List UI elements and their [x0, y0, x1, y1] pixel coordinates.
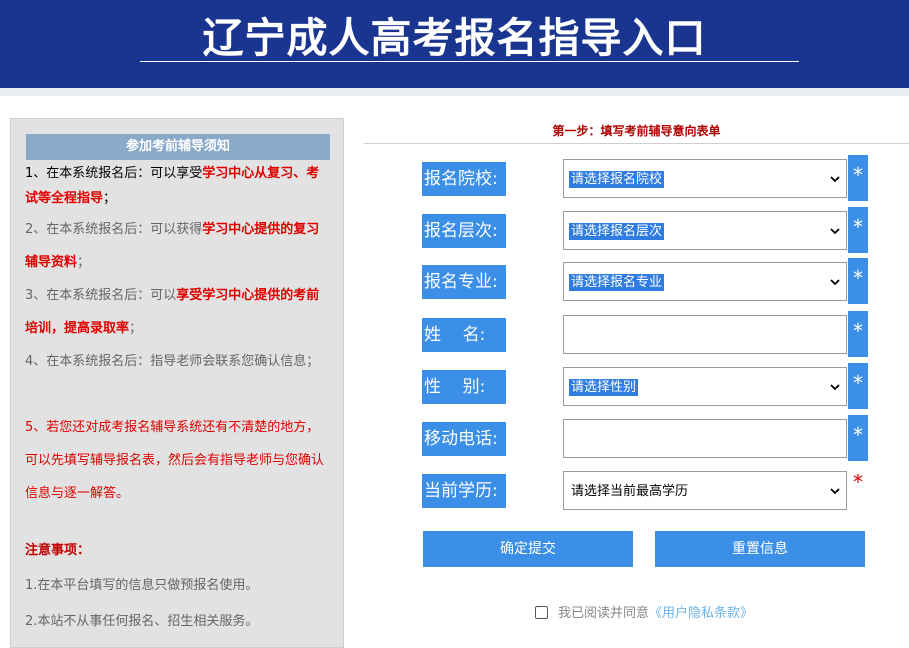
agree-text: 我已阅读并同意: [558, 606, 650, 621]
gender-label: 性 别:: [422, 370, 506, 404]
level-select[interactable]: 请选择报名层次: [563, 211, 847, 250]
page-header: 辽宁成人高考报名指导入口: [0, 0, 909, 88]
title-underline: [140, 61, 799, 62]
chevron-down-icon: [830, 228, 840, 235]
form-row-education: 当前学历: 请选择当前最高学历 *: [0, 470, 909, 515]
form-row-school: 报名院校: 请选择报名院校 *: [0, 155, 909, 203]
step-divider: [364, 143, 909, 144]
phone-input[interactable]: [563, 419, 847, 458]
major-select[interactable]: 请选择报名专业: [563, 262, 847, 301]
phone-label: 移动电话:: [422, 422, 506, 456]
attention-title: 注意事项：: [25, 543, 91, 558]
agree-checkbox[interactable]: [535, 606, 548, 619]
school-label: 报名院校:: [422, 162, 506, 196]
gender-select-value: 请选择性别: [569, 379, 639, 396]
required-mark: *: [848, 258, 868, 304]
education-select[interactable]: 请选择当前最高学历: [563, 471, 847, 510]
required-mark: *: [853, 470, 863, 494]
phone-input-value: [569, 431, 573, 448]
page-title: 辽宁成人高考报名指导入口: [202, 14, 707, 62]
required-mark: *: [848, 207, 868, 253]
form-row-gender: 性 别: 请选择性别 *: [0, 363, 909, 411]
required-mark: *: [848, 155, 868, 201]
education-select-value: 请选择当前最高学历: [571, 484, 689, 499]
notice-heading: 参加考前辅导须知: [26, 134, 330, 160]
chevron-down-icon: [830, 384, 840, 391]
education-label: 当前学历:: [422, 474, 506, 508]
attention-item-1: 1.在本平台填写的信息只做预报名使用。: [25, 578, 259, 593]
privacy-link[interactable]: 《用户隐私条款》: [649, 606, 753, 621]
form-row-level: 报名层次: 请选择报名层次 *: [0, 207, 909, 255]
school-select[interactable]: 请选择报名院校: [563, 159, 847, 198]
level-label: 报名层次:: [422, 214, 506, 248]
name-label: 姓 名:: [422, 318, 506, 352]
level-select-value: 请选择报名层次: [569, 223, 665, 240]
reset-button[interactable]: 重置信息: [655, 531, 865, 567]
header-band: [0, 88, 909, 96]
required-mark: *: [848, 415, 868, 461]
attention-item-2: 2.本站不从事任何报名、招生相关服务。: [25, 614, 259, 629]
school-select-value: 请选择报名院校: [569, 171, 665, 188]
form-row-name: 姓 名: *: [0, 311, 909, 359]
form-row-major: 报名专业: 请选择报名专业 *: [0, 258, 909, 306]
form-row-phone: 移动电话: *: [0, 415, 909, 463]
name-input[interactable]: [563, 315, 847, 354]
major-select-value: 请选择报名专业: [569, 274, 665, 291]
name-input-value: [569, 327, 573, 344]
step-title: 第一步：填写考前辅导意向表单: [552, 124, 721, 138]
major-label: 报名专业:: [422, 265, 506, 299]
chevron-down-icon: [830, 176, 840, 183]
required-mark: *: [848, 363, 868, 409]
gender-select[interactable]: 请选择性别: [563, 367, 847, 406]
chevron-down-icon: [830, 488, 840, 495]
chevron-down-icon: [830, 279, 840, 286]
agreement-row: 我已阅读并同意《用户隐私条款》: [535, 602, 753, 621]
submit-button[interactable]: 确定提交: [423, 531, 633, 567]
required-mark: *: [848, 311, 868, 357]
